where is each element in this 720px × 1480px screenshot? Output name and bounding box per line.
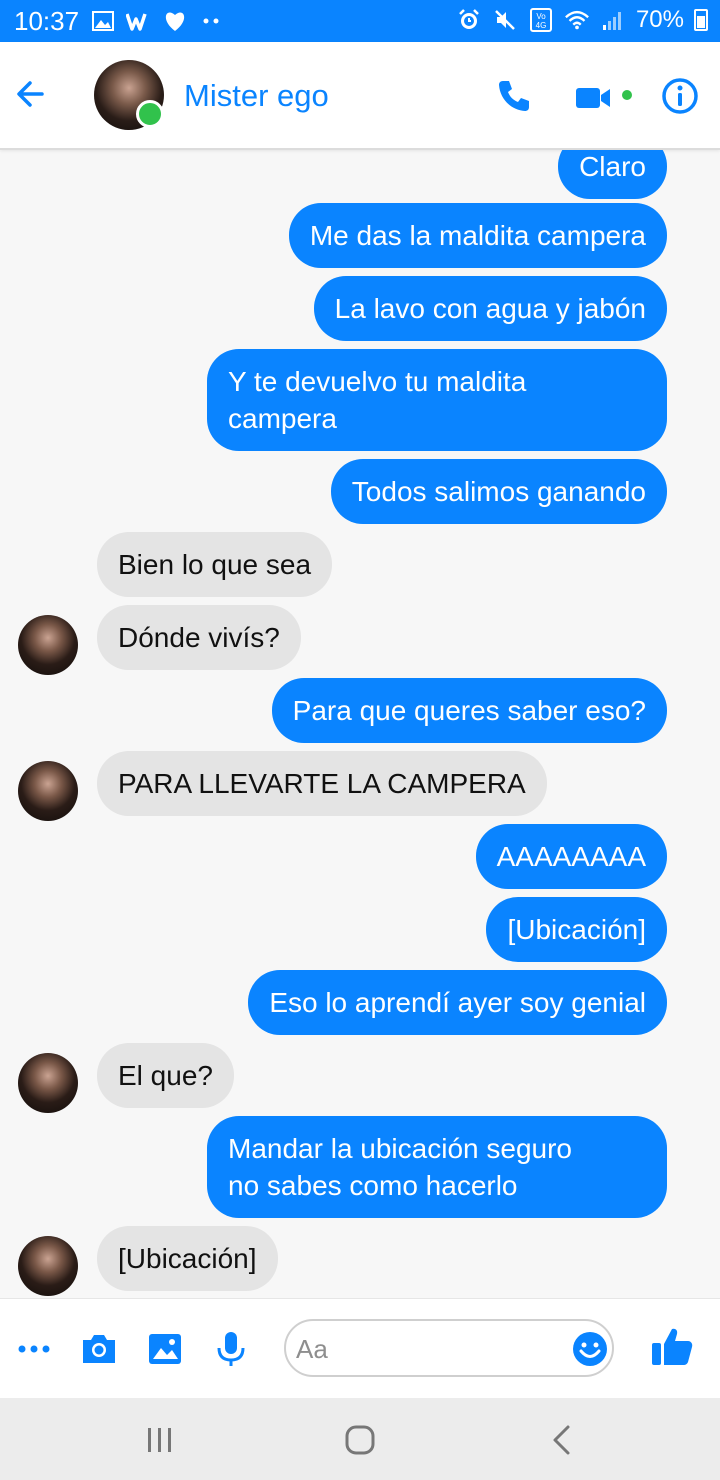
battery-percent: 70%	[635, 6, 684, 33]
message-text: Para que queres saber eso?	[271, 678, 667, 743]
phone-icon	[499, 81, 529, 111]
chat-header: Mister ego	[0, 42, 720, 150]
message-composer	[0, 1298, 720, 1399]
info-button[interactable]	[660, 76, 700, 116]
home-icon	[345, 1425, 375, 1455]
message-outgoing[interactable]: Eso lo aprendí ayer soy genial	[248, 970, 667, 1035]
voice-call-button[interactable]	[494, 76, 534, 116]
online-indicator	[136, 100, 164, 128]
more-dots-icon	[18, 1345, 50, 1353]
contact-name[interactable]: Mister ego	[184, 78, 329, 114]
message-text: Y te devuelvo tu maldita campera	[207, 349, 667, 451]
smiley-icon	[573, 1332, 607, 1366]
sender-avatar[interactable]	[18, 1053, 78, 1113]
notification-icons	[90, 8, 224, 34]
message-incoming[interactable]: [Ubicación]	[97, 1226, 278, 1291]
status-bar: 10:37 Vo 4G 70%	[0, 0, 720, 42]
system-status-icons: Vo 4G 70%	[456, 6, 708, 34]
message-text: [Ubicación]	[97, 1226, 278, 1291]
heart-notification-icon	[162, 8, 188, 34]
video-call-button[interactable]	[574, 78, 614, 118]
message-outgoing[interactable]: Claro	[558, 150, 667, 199]
image-icon	[149, 1334, 181, 1364]
recent-apps-button[interactable]	[140, 1420, 180, 1460]
message-text: Bien lo que sea	[97, 532, 333, 597]
video-camera-icon	[576, 88, 610, 108]
gallery-button[interactable]	[145, 1329, 185, 1369]
more-actions-button[interactable]	[14, 1329, 54, 1369]
message-text: Eso lo aprendí ayer soy genial	[248, 970, 667, 1035]
message-text: PARA LLEVARTE LA CAMPERA	[97, 751, 547, 816]
message-outgoing[interactable]: Todos salimos ganando	[330, 459, 667, 524]
status-time: 10:37	[14, 6, 80, 36]
gallery-notification-icon	[90, 8, 116, 34]
mute-icon	[492, 7, 518, 33]
message-incoming[interactable]: PARA LLEVARTE LA CAMPERA	[97, 751, 547, 816]
more-notifications-icon	[198, 8, 224, 34]
microphone-icon	[217, 1332, 245, 1366]
message-incoming[interactable]: El que?	[97, 1043, 234, 1108]
thumbs-up-icon	[652, 1328, 693, 1365]
svg-text:Vo: Vo	[536, 12, 546, 21]
message-text: La lavo con agua y jabón	[313, 276, 667, 341]
voice-message-button[interactable]	[211, 1329, 251, 1369]
battery-icon	[694, 9, 708, 31]
sender-avatar[interactable]	[18, 1236, 78, 1296]
camera-icon	[83, 1335, 115, 1363]
wattpad-notification-icon	[126, 8, 152, 34]
recent-apps-icon	[148, 1428, 171, 1452]
message-input[interactable]	[294, 1327, 568, 1371]
sender-avatar[interactable]	[18, 615, 78, 675]
message-text: Todos salimos ganando	[330, 459, 667, 524]
message-text: Me das la maldita campera	[288, 203, 667, 268]
message-outgoing[interactable]: Para que queres saber eso?	[271, 678, 667, 743]
message-text: AAAAAAAA	[475, 824, 667, 889]
like-button[interactable]	[650, 1325, 694, 1369]
info-icon	[662, 78, 698, 114]
system-back-button[interactable]	[542, 1420, 582, 1460]
message-incoming[interactable]: Bien lo que sea	[97, 532, 333, 597]
alarm-icon	[456, 7, 482, 33]
message-outgoing[interactable]: La lavo con agua y jabón	[313, 276, 667, 341]
back-button[interactable]	[12, 74, 52, 114]
volte-icon: Vo 4G	[528, 7, 554, 33]
message-text: [Ubicación]	[486, 897, 667, 962]
message-text: Claro	[558, 150, 667, 199]
sender-avatar[interactable]	[18, 761, 78, 821]
arrow-left-icon	[17, 81, 44, 107]
message-outgoing[interactable]: Me das la maldita campera	[288, 203, 667, 268]
signal-icon	[600, 7, 626, 33]
chevron-left-icon	[553, 1425, 570, 1455]
home-button[interactable]	[340, 1420, 380, 1460]
message-outgoing[interactable]: Mandar la ubicación seguro no sabes como…	[207, 1116, 667, 1218]
camera-button[interactable]	[79, 1329, 119, 1369]
message-outgoing[interactable]: AAAAAAAA	[475, 824, 667, 889]
wifi-icon	[564, 7, 590, 33]
svg-text:4G: 4G	[536, 21, 547, 30]
message-thread[interactable]: Claro Me das la maldita campera La lavo …	[0, 150, 720, 1298]
message-text: El que?	[97, 1043, 234, 1108]
message-text: Dónde vivís?	[97, 605, 301, 670]
message-outgoing[interactable]: Y te devuelvo tu maldita campera	[207, 349, 667, 451]
message-outgoing[interactable]: [Ubicación]	[486, 897, 667, 962]
video-active-dot	[622, 90, 632, 100]
message-input-box[interactable]	[284, 1319, 614, 1377]
message-text: Mandar la ubicación seguro no sabes como…	[207, 1116, 667, 1218]
emoji-button[interactable]	[572, 1331, 608, 1367]
system-navigation-bar	[0, 1398, 720, 1480]
message-incoming[interactable]: Dónde vivís?	[97, 605, 301, 670]
